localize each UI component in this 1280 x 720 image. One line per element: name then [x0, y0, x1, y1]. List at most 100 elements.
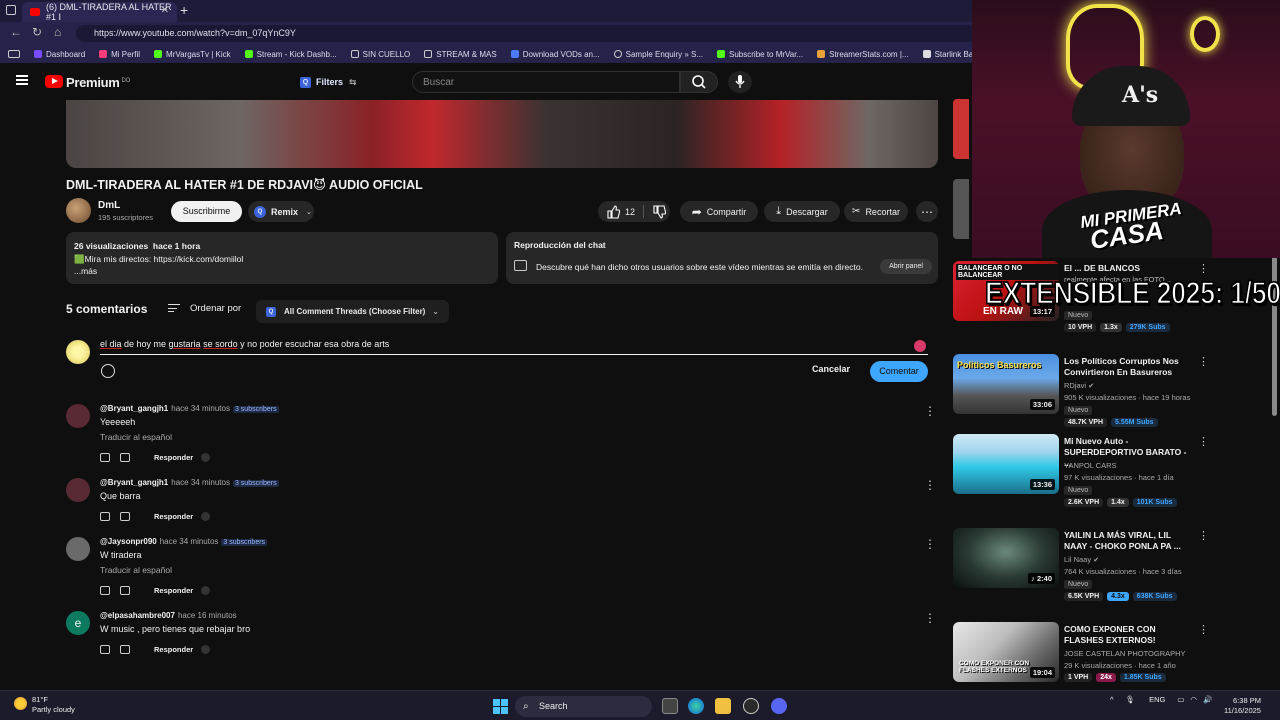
- thumbs-up-icon[interactable]: [100, 512, 110, 521]
- comment-author[interactable]: @elpasahambre007: [100, 611, 175, 620]
- search-button[interactable]: [680, 71, 718, 93]
- bookmark-item[interactable]: Mi Perfil: [99, 50, 140, 59]
- more-options-icon[interactable]: ⋮: [1198, 623, 1209, 636]
- weather-widget[interactable]: 81°F Partly cloudy: [14, 695, 75, 715]
- close-tab-icon[interactable]: ✕: [161, 5, 169, 16]
- search-input[interactable]: Buscar: [412, 71, 680, 93]
- bookmark-item[interactable]: StreamerStats.com |...: [817, 50, 909, 59]
- bookmark-item[interactable]: SIN CUELLO: [350, 50, 410, 59]
- partial-thumbnail[interactable]: [953, 99, 969, 159]
- bookmark-item[interactable]: Subscribe to MrVar...: [717, 50, 803, 59]
- partial-thumbnail[interactable]: [953, 179, 969, 239]
- window-menu-icon[interactable]: [6, 5, 16, 15]
- thumbs-down-icon[interactable]: [120, 512, 130, 521]
- open-panel-button[interactable]: Abrir panel: [880, 259, 932, 274]
- bookmark-item[interactable]: Download VODs an...: [510, 50, 600, 59]
- premium-logo[interactable]: Premium DO: [66, 75, 130, 90]
- reply-button[interactable]: Responder: [154, 645, 193, 654]
- more-options-icon[interactable]: ⋮: [1198, 529, 1209, 542]
- thumbs-down-icon[interactable]: [120, 645, 130, 654]
- thumbs-down-icon[interactable]: [120, 586, 130, 595]
- channel-name[interactable]: YANPOL CARS: [1064, 461, 1117, 470]
- bookmark-item[interactable]: Stream - Kick Dashb...: [244, 50, 337, 59]
- remix-button[interactable]: Q Remix ⌄: [248, 201, 314, 222]
- more-options-icon[interactable]: ⋮: [1198, 435, 1209, 448]
- commenter-avatar[interactable]: e: [66, 611, 90, 635]
- thumbs-down-icon[interactable]: [652, 204, 667, 219]
- video-title[interactable]: COMO EXPONER CON FLASHES EXTERNOS!: [1064, 624, 1192, 646]
- comment-more-icon[interactable]: ⋮: [924, 611, 936, 625]
- wifi-icon[interactable]: ◠: [1190, 695, 1197, 704]
- commenter-avatar[interactable]: [66, 478, 90, 502]
- reply-button[interactable]: Responder: [154, 453, 193, 462]
- download-button[interactable]: ⤓ Descargar: [764, 201, 840, 222]
- youtube-logo-icon[interactable]: [45, 75, 63, 88]
- video-thumbnail[interactable]: COMO EXPONER CON FLASHES EXTERNOS 19:04: [953, 622, 1059, 682]
- filters-button[interactable]: Q Filters ⇆: [300, 73, 357, 91]
- like-button[interactable]: 12: [606, 204, 635, 219]
- reload-icon[interactable]: ↻: [32, 25, 42, 39]
- file-explorer-icon[interactable]: [715, 698, 731, 714]
- bookmark-item[interactable]: MrVargasTv | Kick: [154, 50, 231, 59]
- reply-button[interactable]: Responder: [154, 512, 193, 521]
- thumbs-up-icon[interactable]: [100, 453, 110, 462]
- discord-icon[interactable]: [771, 698, 787, 714]
- cancel-button[interactable]: Cancelar: [812, 364, 850, 374]
- recommended-video[interactable]: COMO EXPONER CON FLASHES EXTERNOS 19:04 …: [953, 622, 1275, 684]
- channel-name[interactable]: JOSE CASTELAN PHOTOGRAPHY: [1064, 649, 1186, 658]
- back-icon[interactable]: ←: [10, 25, 22, 39]
- browser-tab-active[interactable]: (6) DML-TIRADERA AL HATER #1 I ✕: [22, 2, 177, 22]
- channel-name[interactable]: Lil Naay ✔: [1064, 555, 1099, 564]
- translate-link[interactable]: Traducir al español: [100, 565, 172, 575]
- thumbs-up-icon[interactable]: [100, 645, 110, 654]
- share-button[interactable]: ➦ Compartir: [680, 201, 758, 222]
- video-title[interactable]: Los Políticos Corruptos Nos Convirtieron…: [1064, 356, 1192, 378]
- comment-more-icon[interactable]: ⋮: [924, 478, 936, 492]
- video-player[interactable]: [66, 100, 938, 168]
- subscribe-button[interactable]: Suscribirme: [171, 201, 242, 222]
- clip-button[interactable]: ✂ Recortar: [844, 201, 908, 222]
- taskbar-search[interactable]: ⌕ Search: [515, 696, 652, 717]
- emoji-icon[interactable]: [101, 364, 115, 378]
- tray-overflow-icon[interactable]: ^: [1110, 695, 1114, 704]
- grammar-check-icon[interactable]: [914, 340, 926, 352]
- sort-by-button[interactable]: Ordenar por: [168, 303, 241, 314]
- more-options-icon[interactable]: ⋮: [1198, 355, 1209, 368]
- voice-search-button[interactable]: [728, 71, 752, 93]
- comment-more-icon[interactable]: ⋮: [924, 404, 936, 418]
- more-actions-icon[interactable]: ⋯: [916, 201, 938, 222]
- taskbar-clock[interactable]: 6:38 PM 11/16/2025: [1224, 696, 1261, 716]
- video-thumbnail[interactable]: ♪ 2:40: [953, 528, 1059, 588]
- chrome-icon[interactable]: [743, 698, 759, 714]
- bookmark-item[interactable]: Sample Enquiry » S...: [613, 50, 703, 59]
- recommended-video[interactable]: 13:36 Mi Nuevo Auto - SUPERDEPORTIVO BAR…: [953, 434, 1275, 507]
- description-box[interactable]: 26 visualizaciones hace 1 hora 🟩Mira mis…: [66, 232, 498, 284]
- language-indicator[interactable]: ENG: [1149, 695, 1165, 704]
- task-view-icon[interactable]: [662, 698, 678, 714]
- bookmark-item[interactable]: STREAM & MAS: [424, 50, 497, 59]
- url-field[interactable]: https://www.youtube.com/watch?v=dm_07qYn…: [76, 25, 976, 42]
- comment-thread-filter[interactable]: Q All Comment Threads (Choose Filter) ⌄: [256, 300, 449, 323]
- comment-more-icon[interactable]: ⋮: [924, 537, 936, 551]
- video-thumbnail[interactable]: Politicos Basureros 33:06: [953, 354, 1059, 414]
- submit-comment-button[interactable]: Comentar: [870, 361, 928, 382]
- recommended-video[interactable]: ♪ 2:40 YAILIN LA MÁS VIRAL, LIL NAAY - C…: [953, 528, 1275, 601]
- show-more-link[interactable]: ...más: [74, 265, 490, 278]
- bookmark-item[interactable]: Dashboard: [34, 50, 85, 59]
- sidebar-toggle-icon[interactable]: [8, 50, 20, 58]
- video-thumbnail[interactable]: 13:36: [953, 434, 1059, 494]
- new-tab-icon[interactable]: +: [180, 2, 188, 18]
- commenter-avatar[interactable]: [66, 404, 90, 428]
- channel-avatar[interactable]: [66, 198, 91, 223]
- volume-icon[interactable]: 🔊: [1203, 695, 1212, 704]
- video-title[interactable]: YAILIN LA MÁS VIRAL, LIL NAAY - CHOKO PO…: [1064, 530, 1192, 552]
- thumbs-up-icon[interactable]: [100, 586, 110, 595]
- thumbs-down-icon[interactable]: [120, 453, 130, 462]
- edge-browser-icon[interactable]: [688, 698, 704, 714]
- channel-name[interactable]: DmL: [98, 200, 120, 211]
- start-button[interactable]: [493, 699, 508, 714]
- video-title[interactable]: El ... DE BLANCOS: [1064, 263, 1192, 274]
- reply-button[interactable]: Responder: [154, 586, 193, 595]
- home-icon[interactable]: ⌂: [54, 25, 61, 39]
- comment-author[interactable]: @Jaysonpr090: [100, 537, 157, 546]
